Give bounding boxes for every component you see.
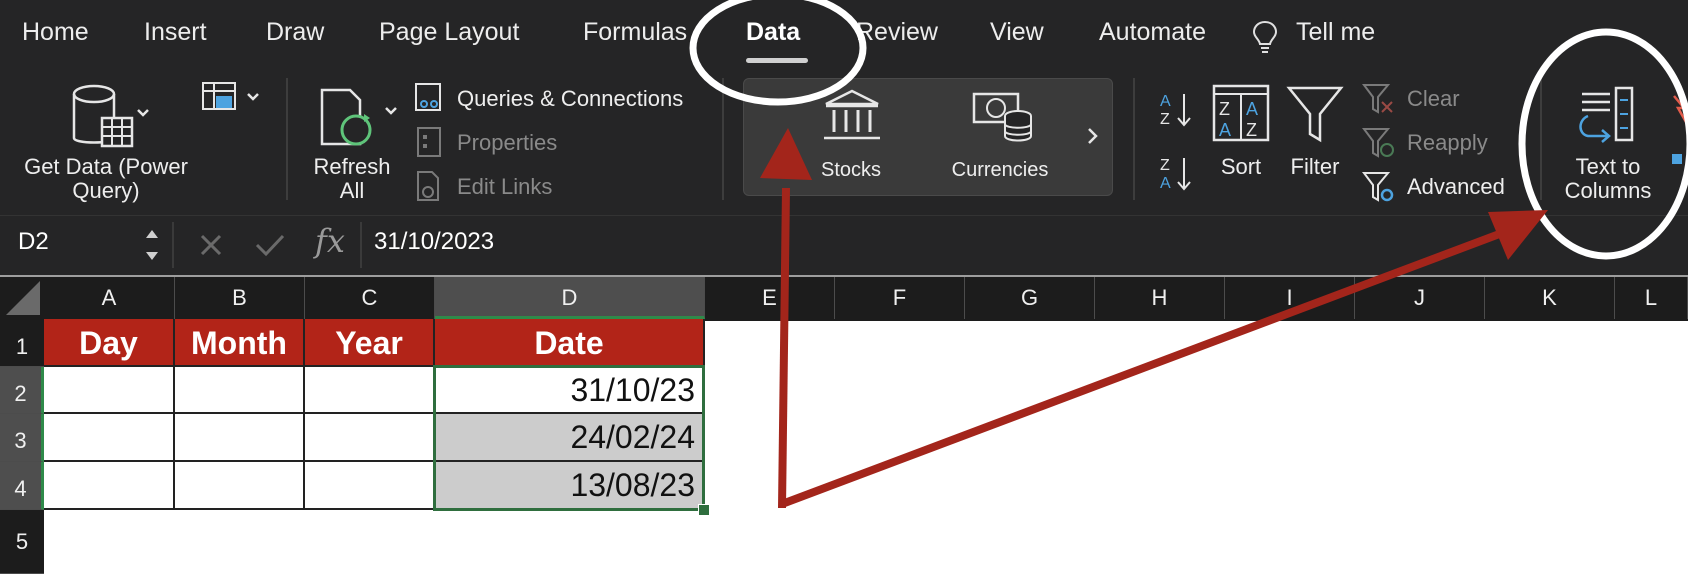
annotation-arrow-up-head: [760, 128, 812, 180]
annotation-arrow-up-line: [778, 187, 790, 509]
annotation-circle-data-tab: [689, 0, 867, 106]
annotation-arrow-right-line: [780, 226, 1512, 508]
annotation-circle-text-to-columns: [1518, 28, 1688, 260]
annotation-overlay: [689, 0, 1688, 509]
